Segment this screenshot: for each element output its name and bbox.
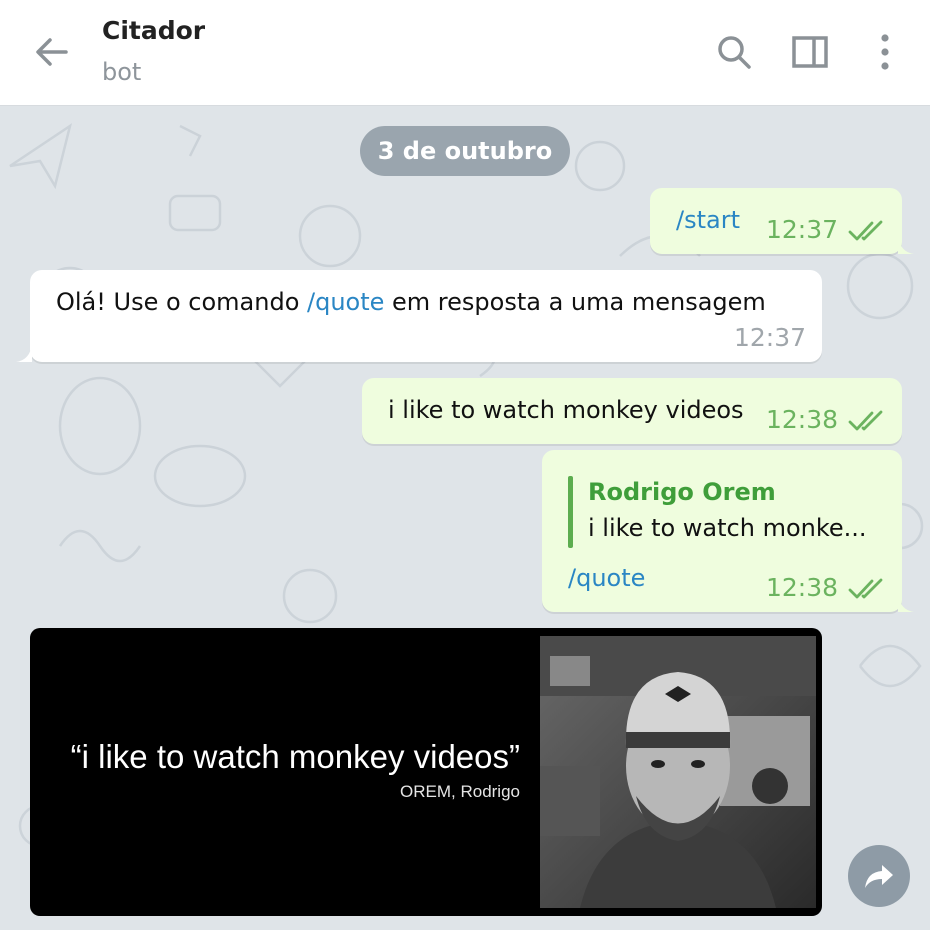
- message-time: 12:37: [734, 323, 807, 352]
- command-link[interactable]: /quote: [307, 288, 384, 316]
- chat-title[interactable]: Citador: [102, 16, 205, 45]
- outgoing-message[interactable]: i like to watch monkey videos 12:38: [362, 378, 902, 444]
- message-time: 12:37: [766, 215, 839, 244]
- bubble-tail: [898, 594, 914, 612]
- chat-header: Citador bot: [0, 0, 930, 106]
- back-arrow-icon[interactable]: [32, 32, 72, 72]
- message-text[interactable]: /quote: [568, 564, 645, 592]
- date-separator: 3 de outubro: [360, 126, 570, 176]
- double-check-icon: [848, 578, 883, 599]
- incoming-message[interactable]: Olá! Use o comando /quote em resposta a …: [30, 270, 822, 362]
- more-vertical-icon[interactable]: [866, 32, 904, 72]
- search-icon[interactable]: [715, 32, 753, 72]
- bubble-tail: [16, 344, 32, 362]
- message-time: 12:38: [766, 573, 839, 602]
- sidebar-toggle-icon[interactable]: [791, 32, 829, 72]
- author-photo: [540, 636, 816, 908]
- message-time: 12:38: [766, 405, 839, 434]
- quote-image-message[interactable]: “i like to watch monkey videos” OREM, Ro…: [30, 628, 822, 916]
- chat-subtitle: bot: [102, 58, 142, 86]
- reply-author[interactable]: Rodrigo Orem: [588, 478, 776, 506]
- quote-author: OREM, Rodrigo: [400, 782, 520, 801]
- double-check-icon: [848, 220, 883, 241]
- reply-preview-text[interactable]: i like to watch monke...: [588, 514, 867, 542]
- double-check-icon: [848, 410, 883, 431]
- message-text: i like to watch monkey videos: [388, 396, 744, 424]
- message-text-part: em resposta a uma mensagem: [384, 288, 766, 316]
- forward-button[interactable]: [848, 845, 910, 907]
- reply-indicator-bar: [568, 476, 573, 548]
- bubble-tail: [898, 236, 914, 254]
- outgoing-message[interactable]: /start 12:37: [650, 188, 902, 254]
- message-text-part: Olá! Use o comando: [56, 288, 308, 316]
- quote-text: “i like to watch monkey videos”: [70, 738, 520, 775]
- message-text[interactable]: /start: [676, 206, 740, 234]
- message-text: Olá! Use o comando /quote em resposta a …: [56, 288, 766, 316]
- forward-arrow-icon: [865, 865, 893, 888]
